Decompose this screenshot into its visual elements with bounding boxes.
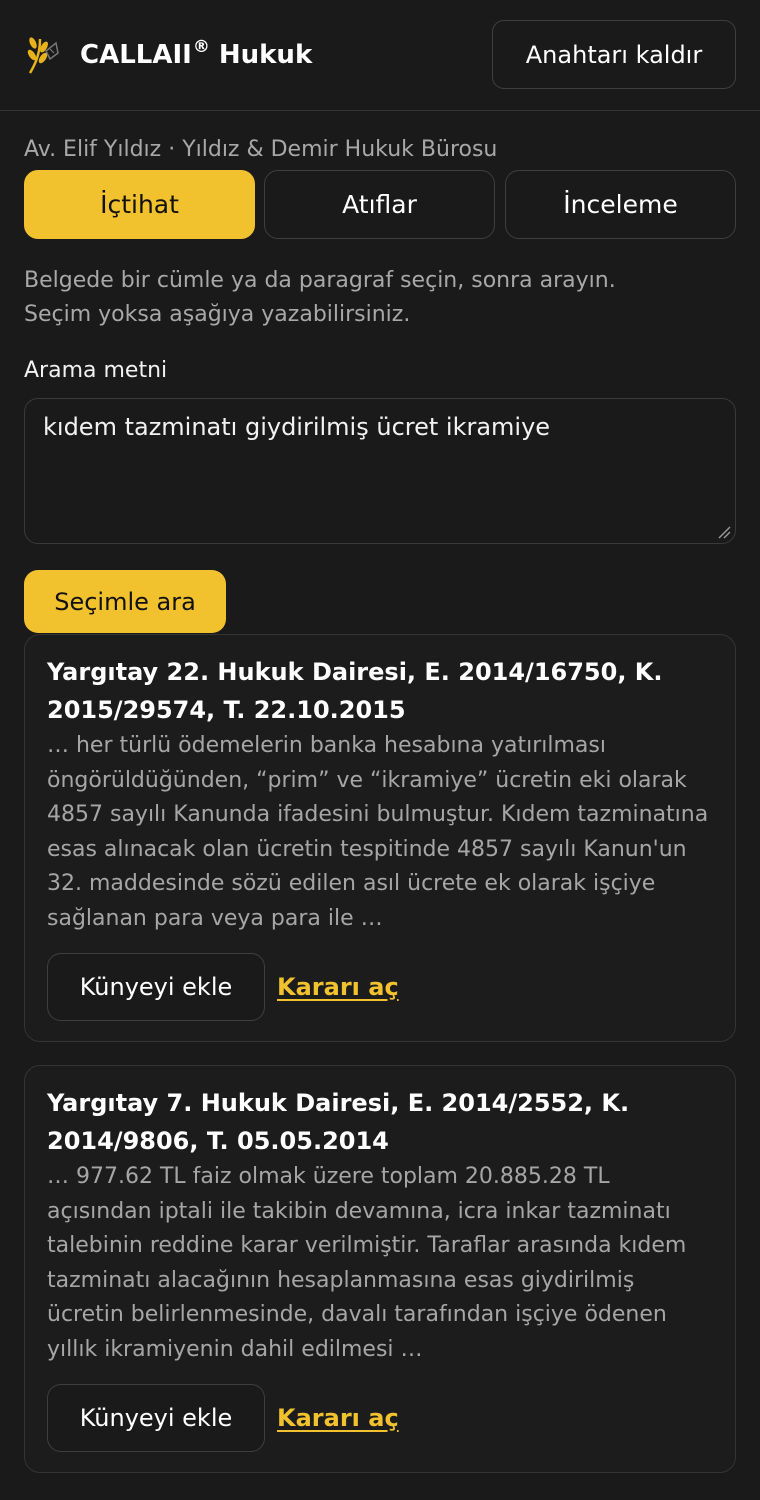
- remove-key-button[interactable]: Anahtarı kaldır: [492, 20, 736, 89]
- open-decision-link[interactable]: Kararı aç: [277, 1404, 399, 1432]
- tab-atiflar[interactable]: Atıflar: [264, 170, 495, 239]
- result-snippet: … her türlü ödemelerin banka hesabına ya…: [47, 733, 709, 931]
- add-citation-button[interactable]: Künyeyi ekle: [47, 952, 265, 1021]
- tab-ictihat[interactable]: İçtihat: [24, 170, 255, 239]
- search-text: kıdem tazminatı giydirilmiş ücret ikrami…: [43, 413, 551, 441]
- result-actions: Künyeyi ekle Kararı aç: [47, 1383, 713, 1452]
- app-header: CALLAII® Hukuk Anahtarı kaldır: [0, 0, 760, 111]
- user-info: Av. Elif Yıldız · Yıldız & Demir Hukuk B…: [24, 137, 498, 162]
- brand-name: CALLAII: [80, 40, 192, 70]
- result-title: Yargıtay 22. Hukuk Dairesi, E. 2014/1675…: [47, 658, 663, 724]
- wheat-sprig-icon: [27, 37, 59, 74]
- instructions-text: Belgede bir cümle ya da paragraf seçin, …: [24, 264, 736, 332]
- resize-grip-icon[interactable]: [717, 525, 731, 539]
- result-snippet: … 977.62 TL faiz olmak üzere toplam 20.8…: [47, 1164, 687, 1362]
- instructions-line-2: Seçim yoksa aşağıya yazabilirsiniz.: [24, 302, 411, 327]
- instructions-line-1: Belgede bir cümle ya da paragraf seçin, …: [24, 268, 616, 293]
- brand-suffix: Hukuk: [218, 40, 313, 70]
- result-card: Yargıtay 7. Hukuk Dairesi, E. 2014/2552,…: [24, 1065, 736, 1473]
- search-label: Arama metni: [24, 358, 168, 383]
- result-title: Yargıtay 7. Hukuk Dairesi, E. 2014/2552,…: [47, 1089, 630, 1155]
- add-citation-button[interactable]: Künyeyi ekle: [47, 1383, 265, 1452]
- brand-title: CALLAII® Hukuk: [80, 37, 312, 70]
- open-decision-link[interactable]: Kararı aç: [277, 973, 399, 1001]
- result-actions: Künyeyi ekle Kararı aç: [47, 952, 713, 1021]
- tab-inceleme[interactable]: İnceleme: [505, 170, 736, 239]
- search-with-selection-button[interactable]: Seçimle ara: [24, 570, 226, 633]
- result-card: Yargıtay 22. Hukuk Dairesi, E. 2014/1675…: [24, 634, 736, 1042]
- registered-mark: ®: [192, 37, 210, 57]
- search-textarea[interactable]: kıdem tazminatı giydirilmiş ücret ikrami…: [24, 398, 736, 544]
